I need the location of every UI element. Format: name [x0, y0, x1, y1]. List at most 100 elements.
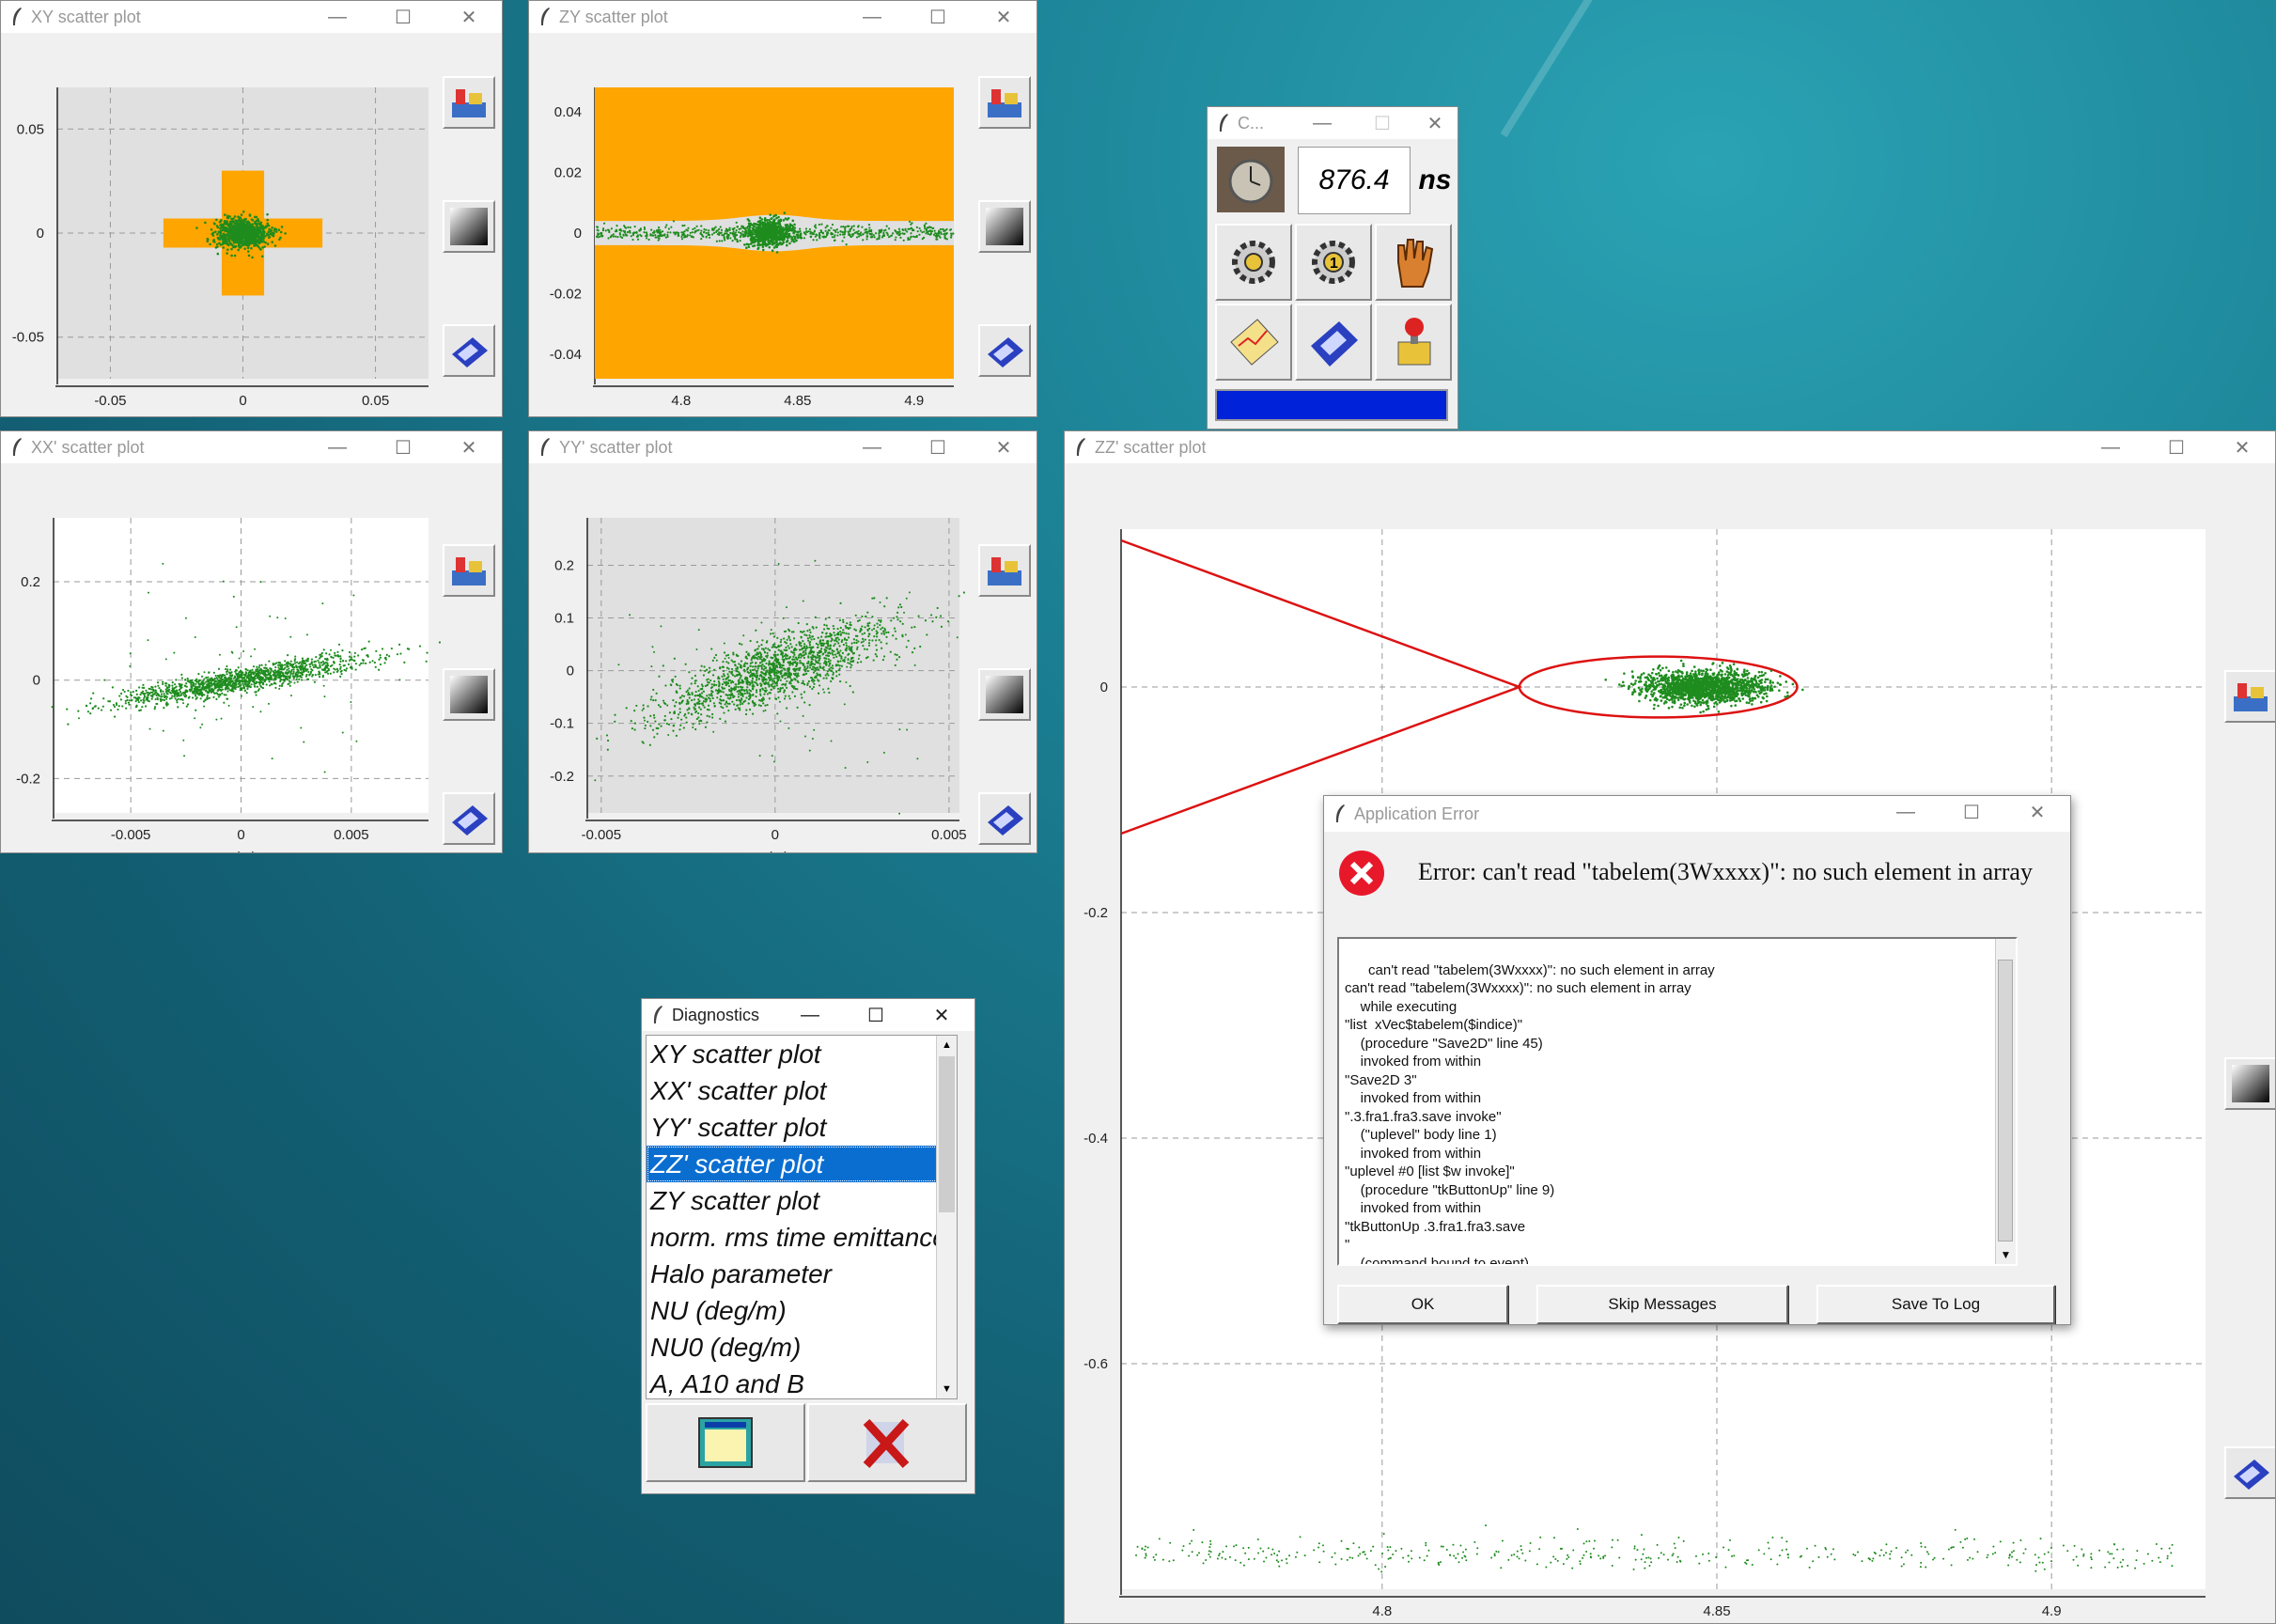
- data-point: [772, 635, 775, 638]
- data-point: [325, 652, 328, 655]
- data-point: [783, 648, 786, 651]
- data-point: [379, 654, 382, 657]
- data-point: [708, 236, 711, 239]
- data-point: [872, 234, 875, 237]
- data-point: [735, 653, 738, 656]
- data-point: [662, 699, 665, 702]
- save-button[interactable]: [1295, 304, 1372, 381]
- minimize-button[interactable]: —: [839, 431, 905, 463]
- maximize-button[interactable]: ☐: [370, 1, 436, 33]
- data-point: [711, 712, 714, 716]
- data-point: [215, 225, 219, 227]
- data-point: [241, 222, 243, 226]
- save-button[interactable]: [443, 792, 495, 845]
- gradient-button[interactable]: [443, 200, 495, 253]
- data-point: [834, 653, 837, 656]
- title-bar[interactable]: YY' scatter plot — ☐ ✕: [529, 431, 1037, 463]
- data-point: [785, 226, 787, 229]
- plot-options-button[interactable]: [978, 76, 1031, 129]
- data-point: [771, 679, 774, 682]
- data-point: [211, 688, 214, 691]
- data-point: [727, 234, 730, 238]
- data-point: [813, 663, 817, 665]
- data-point: [814, 224, 817, 226]
- settings-button[interactable]: [1215, 224, 1292, 301]
- data-point: [709, 679, 712, 682]
- data-point: [785, 646, 787, 649]
- info-settings-button[interactable]: 1: [1295, 224, 1372, 301]
- data-point: [125, 707, 128, 710]
- data-point: [223, 239, 226, 242]
- plot-options-button[interactable]: [443, 76, 495, 129]
- data-point: [274, 230, 278, 233]
- plot-options-button[interactable]: [443, 544, 495, 597]
- chart-button[interactable]: [1215, 304, 1292, 381]
- data-point: [764, 226, 768, 229]
- data-point: [819, 229, 823, 232]
- minimize-button[interactable]: —: [839, 1, 905, 33]
- minimize-button[interactable]: —: [304, 1, 370, 33]
- data-point: [596, 737, 599, 741]
- data-point: [154, 691, 158, 694]
- maximize-button[interactable]: ☐: [905, 431, 971, 463]
- data-point: [704, 684, 707, 687]
- save-button[interactable]: [443, 324, 495, 377]
- maximize-button[interactable]: ☐: [370, 431, 436, 463]
- close-button[interactable]: ✕: [436, 431, 502, 463]
- data-point: [804, 670, 807, 673]
- data-point: [703, 227, 706, 231]
- data-point: [199, 697, 202, 700]
- save-button[interactable]: [978, 324, 1031, 377]
- data-point: [301, 673, 304, 676]
- data-point: [902, 239, 905, 242]
- data-point: [839, 679, 842, 683]
- data-point: [925, 222, 928, 225]
- data-point: [713, 683, 716, 686]
- title-bar[interactable]: ZY scatter plot — ☐ ✕: [529, 1, 1037, 33]
- data-point: [937, 234, 940, 237]
- close-button[interactable]: ✕: [971, 1, 1037, 33]
- data-point: [260, 664, 263, 666]
- stop-button[interactable]: [1375, 304, 1452, 381]
- close-button[interactable]: ✕: [1412, 107, 1458, 139]
- plot-options-icon: [452, 89, 486, 117]
- data-point: [687, 700, 690, 704]
- data-point: [398, 643, 401, 646]
- data-point: [931, 620, 934, 623]
- data-point: [274, 686, 277, 689]
- minimize-button[interactable]: —: [1292, 107, 1352, 139]
- title-bar[interactable]: XY scatter plot — ☐ ✕: [1, 1, 502, 33]
- data-point: [246, 676, 249, 679]
- maximize-button[interactable]: ☐: [905, 1, 971, 33]
- data-point: [930, 230, 934, 233]
- title-bar[interactable]: C... — ☐ ✕: [1208, 107, 1458, 139]
- data-point: [353, 655, 356, 658]
- data-point: [797, 230, 800, 234]
- data-point: [770, 232, 773, 235]
- data-point: [615, 235, 617, 238]
- data-point: [839, 649, 842, 652]
- gradient-button[interactable]: [443, 668, 495, 721]
- close-button[interactable]: ✕: [971, 431, 1037, 463]
- data-point: [296, 668, 299, 671]
- data-points: [595, 87, 955, 379]
- data-point: [217, 693, 220, 696]
- data-point: [667, 227, 671, 230]
- minimize-button[interactable]: —: [304, 431, 370, 463]
- data-point: [705, 231, 708, 235]
- data-point: [832, 671, 834, 675]
- data-point: [958, 595, 960, 598]
- gradient-icon: [986, 208, 1023, 245]
- data-point: [825, 677, 828, 679]
- close-button[interactable]: ✕: [436, 1, 502, 33]
- data-point: [777, 671, 780, 674]
- data-point: [257, 666, 260, 669]
- data-point: [823, 623, 826, 627]
- title-bar[interactable]: XX' scatter plot — ☐ ✕: [1, 431, 502, 463]
- data-point: [658, 234, 661, 237]
- data-point: [826, 670, 829, 673]
- data-point: [259, 226, 262, 229]
- data-point: [254, 675, 257, 679]
- stop-hand-button[interactable]: [1375, 224, 1452, 301]
- gradient-button[interactable]: [978, 200, 1031, 253]
